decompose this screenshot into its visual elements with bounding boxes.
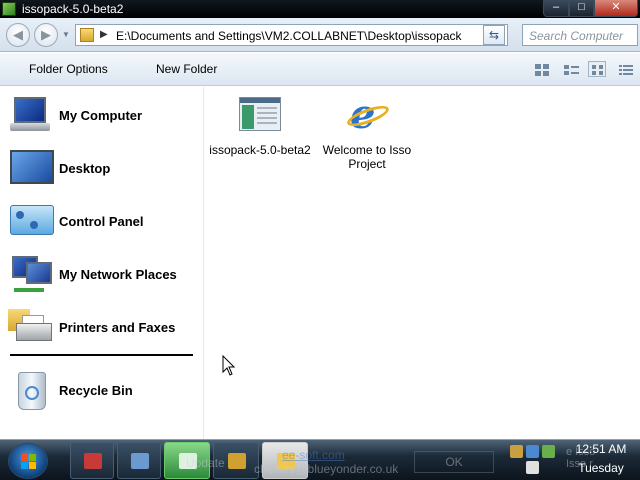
desktop-icon	[8, 148, 54, 188]
address-field[interactable]: ▶ E:\Documents and Settings\VM2.COLLABNE…	[75, 24, 508, 46]
view-list-icon[interactable]	[616, 61, 634, 77]
sidebar-item-label: Control Panel	[59, 214, 144, 229]
address-bar-row: ◀ ▶ ▼ ▶ E:\Documents and Settings\VM2.CO…	[0, 18, 640, 52]
speaker-icon[interactable]	[542, 445, 555, 458]
navigation-pane: My Computer Desktop Control Panel My Net…	[0, 87, 204, 439]
sidebar-divider	[10, 354, 193, 356]
recycle-bin-icon	[8, 370, 54, 410]
file-name: issopack-5.0-beta2	[209, 143, 311, 157]
file-name: Welcome to Isso Project	[322, 143, 412, 171]
shield-icon[interactable]	[510, 445, 523, 458]
start-button[interactable]	[8, 443, 48, 479]
back-button[interactable]: ◀	[6, 23, 30, 47]
sidebar-item-control-panel[interactable]: Control Panel	[6, 195, 202, 245]
mouse-cursor-icon	[222, 355, 236, 376]
sidebar-item-label: Printers and Faxes	[59, 320, 176, 335]
forward-button[interactable]: ▶	[34, 23, 58, 47]
address-path: E:\Documents and Settings\VM2.COLLABNET\…	[116, 29, 462, 43]
clock-day: Tuesday	[578, 461, 624, 475]
sidebar-item-my-computer[interactable]: My Computer	[6, 89, 202, 139]
windows-flag-icon	[228, 453, 246, 469]
sidebar-item-printers-faxes[interactable]: Printers and Faxes	[6, 301, 202, 351]
ghost-link-text: ee-soft.com	[282, 448, 345, 462]
file-view: issopack-5.0-beta2 e Welcome to Isso Pro…	[205, 87, 640, 439]
control-panel-icon	[8, 201, 54, 241]
file-item-welcome[interactable]: e Welcome to Isso Project	[312, 95, 422, 172]
ghost-email-text: chealey@blueyonder.co.uk	[254, 462, 399, 476]
title-bar: issopack-5.0-beta2 – □ ✕	[0, 0, 640, 18]
window-controls: – □ ✕	[543, 0, 638, 17]
close-button[interactable]: ✕	[594, 0, 638, 17]
minimize-button[interactable]: –	[543, 0, 569, 17]
sidebar-item-desktop[interactable]: Desktop	[6, 142, 202, 192]
internet-explorer-icon: e	[344, 95, 392, 135]
command-toolbar: Folder Options New Folder	[0, 53, 640, 86]
document-icon	[131, 453, 149, 469]
ghost-update-text: Update	[186, 456, 225, 470]
taskbar-button-app-1[interactable]	[70, 442, 114, 479]
search-input[interactable]: Search Computer	[522, 24, 638, 46]
window-title: issopack-5.0-beta2	[22, 2, 124, 16]
view-tiles-icon[interactable]	[561, 61, 579, 77]
language-icon[interactable]	[526, 461, 539, 474]
computer-icon	[8, 95, 54, 135]
view-icons-icon[interactable]	[588, 61, 606, 77]
sidebar-item-label: Recycle Bin	[59, 383, 133, 398]
folder-icon	[80, 28, 94, 42]
network-status-icon[interactable]	[526, 445, 539, 458]
maximize-button[interactable]: □	[569, 0, 594, 17]
recent-pages-dropdown-icon[interactable]: ▼	[62, 30, 72, 40]
search-placeholder: Search Computer	[529, 29, 624, 43]
folder-options-button[interactable]: Folder Options	[29, 62, 108, 76]
sidebar-item-label: My Computer	[59, 108, 143, 123]
view-thumbnails-icon[interactable]	[532, 61, 550, 77]
system-clock[interactable]: 12:51 AM Tuesday	[566, 442, 636, 475]
clock-time: 12:51 AM	[575, 442, 627, 456]
refresh-button[interactable]: ⇆	[483, 25, 505, 45]
network-icon	[8, 254, 54, 294]
system-tray	[506, 441, 560, 479]
sidebar-item-label: My Network Places	[59, 267, 177, 282]
sidebar-item-recycle-bin[interactable]: Recycle Bin	[6, 364, 202, 414]
setup-app-icon	[237, 95, 283, 135]
app-icon	[84, 453, 102, 469]
sidebar-item-label: Desktop	[59, 161, 111, 176]
sidebar-item-network-places[interactable]: My Network Places	[6, 248, 202, 298]
new-folder-button[interactable]: New Folder	[156, 62, 217, 76]
file-item-issopack[interactable]: issopack-5.0-beta2	[205, 95, 315, 157]
app-icon	[2, 2, 16, 16]
taskbar-button-app-2[interactable]	[117, 442, 161, 479]
windows-logo-icon	[21, 454, 37, 470]
ghost-ok-button: OK	[414, 451, 494, 473]
breadcrumb-arrow-icon[interactable]: ▶	[100, 29, 108, 40]
printer-icon	[8, 307, 54, 347]
